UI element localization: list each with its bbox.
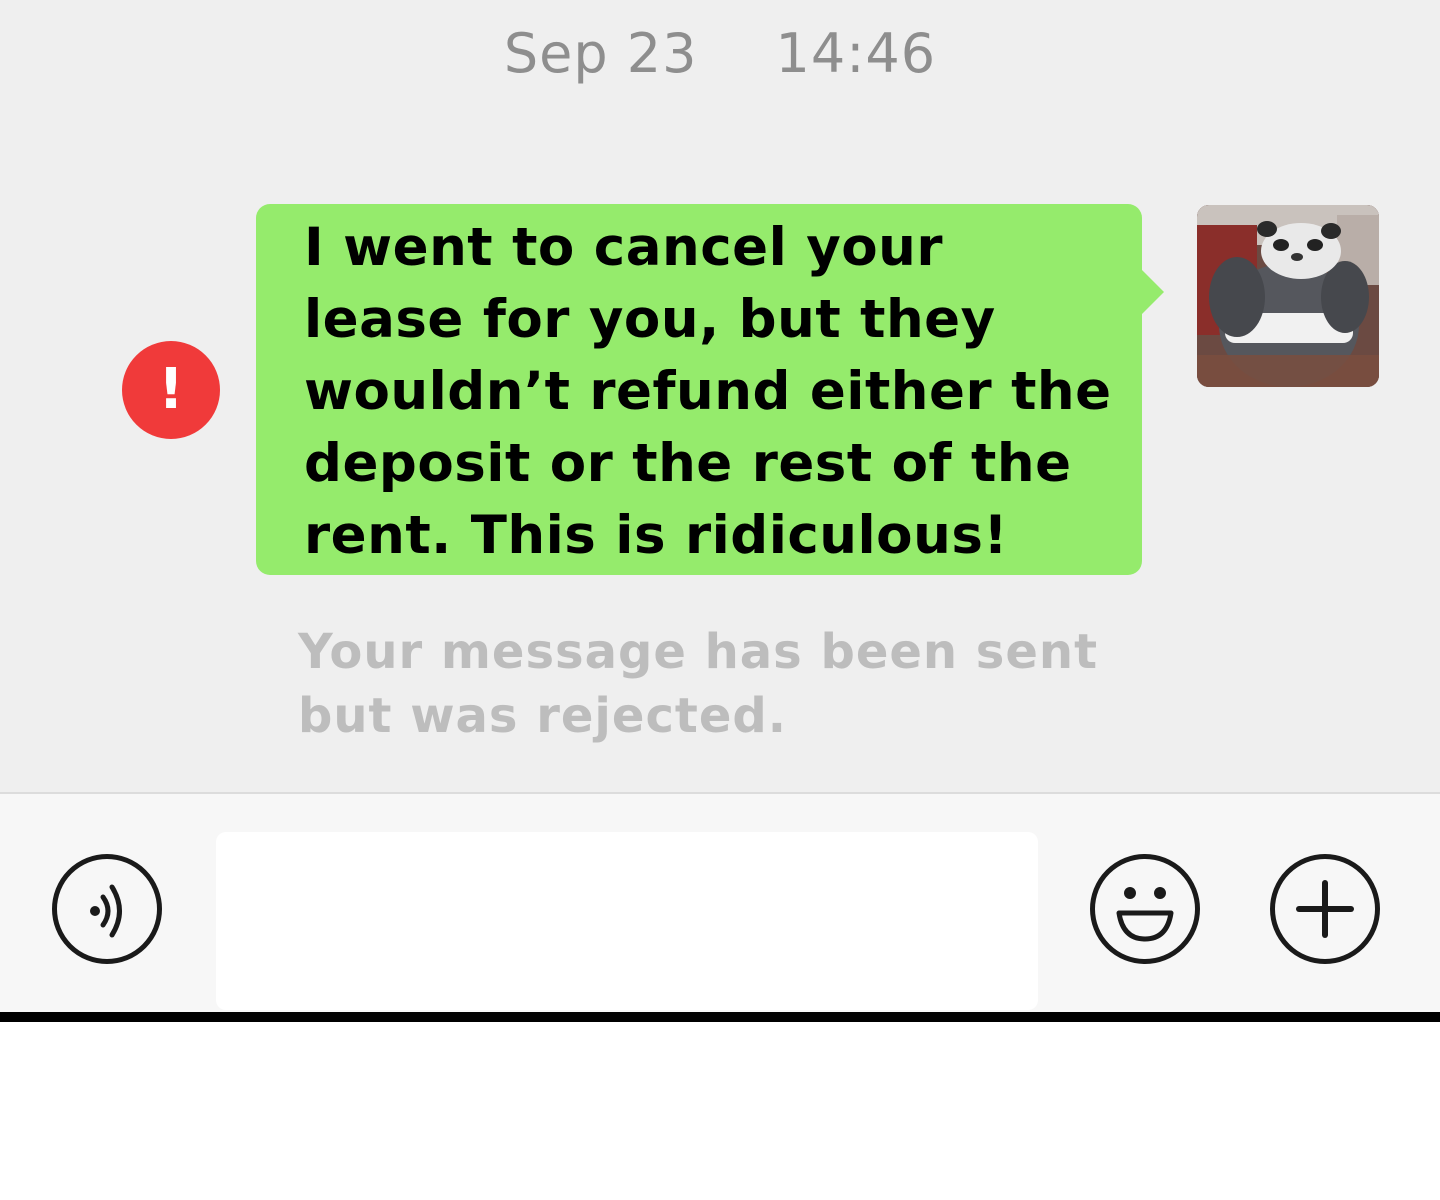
message-input[interactable] [216,832,1038,1010]
timestamp-date: Sep 23 [503,22,698,85]
bottom-divider [0,1012,1440,1022]
timestamp: Sep 23 14:46 [0,22,1440,85]
emoji-icon [1116,887,1174,942]
emoji-button[interactable] [1090,854,1200,964]
exclamation-glyph: ! [158,357,184,422]
chat-area: Sep 23 14:46 ! I went to cancel your leas… [0,0,1440,792]
message-text: I went to cancel your lease for you, but… [304,217,1112,566]
voice-button[interactable] [52,854,162,964]
exclamation-icon[interactable]: ! [122,341,220,439]
message-bubble[interactable]: I went to cancel your lease for you, but… [256,204,1164,575]
delivery-status: Your message has been sent but was rejec… [298,624,1099,744]
voice-icon [90,884,122,938]
add-button[interactable] [1270,854,1380,964]
plus-icon [1296,880,1354,938]
timestamp-time: 14:46 [775,22,937,85]
input-bar [0,792,1440,1012]
avatar[interactable] [1197,205,1379,387]
chat-screen: Sep 23 14:46 ! I went to cancel your leas… [0,0,1440,1200]
panda-plush-avatar [1197,205,1379,387]
